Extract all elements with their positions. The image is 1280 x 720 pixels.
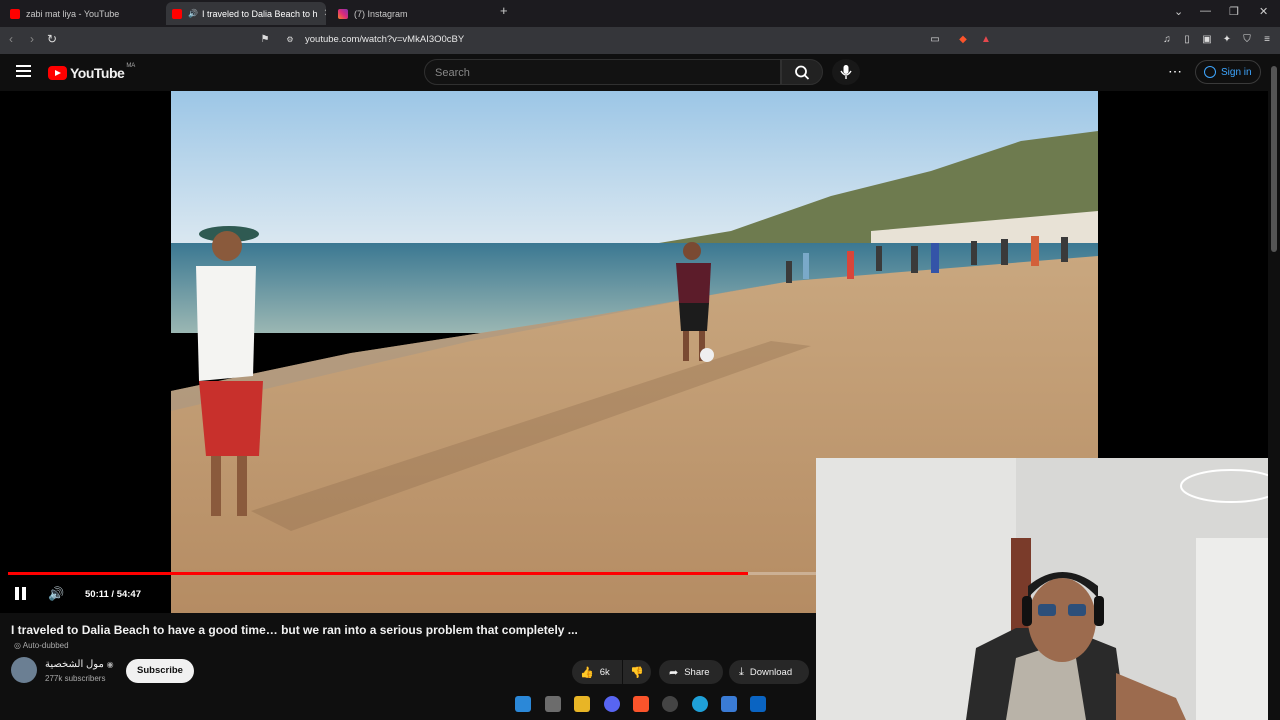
share-label: Share [684,666,710,678]
media-icon[interactable]: ♫ [1160,33,1174,47]
webcam-image [816,458,1280,720]
store-icon[interactable] [721,696,737,712]
youtube-play-logo-icon [48,66,67,80]
auto-dubbed-badge: ◎ Auto-dubbed [14,641,69,650]
dislike-button[interactable]: 👎 [623,660,651,684]
pause-button[interactable] [14,587,28,601]
logo-text: YouTube [70,65,125,81]
sign-in-button[interactable]: Sign in [1195,60,1261,84]
windows-start-icon[interactable] [515,696,531,712]
task-view-icon[interactable] [545,696,561,712]
channel-name-text: مول الشخصية [45,659,104,670]
wallet-icon[interactable]: ▣ [1200,33,1214,47]
pause-icon [15,587,19,600]
youtube-favicon-icon [10,8,20,19]
outlook-icon[interactable] [750,696,766,712]
video-title: I traveled to Dalia Beach to have a good… [11,623,578,637]
browser-tab-video[interactable]: 🔊 I traveled to Dalia Beach to h ✕ [166,2,326,25]
search-button[interactable] [781,59,823,85]
time-display: 50:11 / 54:47 [85,589,141,600]
cast-icon[interactable]: ▭ [928,33,942,47]
brave-shields-icon[interactable]: ◆ [956,33,970,47]
browser-tab-instagram[interactable]: (7) Instagram [332,2,492,25]
brave-browser-icon[interactable] [633,696,649,712]
translate-icon: ◎ [14,641,23,650]
tab-label: I traveled to Dalia Beach to h [201,8,318,19]
thumbs-up-icon: 👍 [580,666,594,679]
chatgpt-icon[interactable] [662,696,678,712]
like-button[interactable]: 👍 6k [572,660,622,684]
volume-icon[interactable]: 🔊 [48,586,64,602]
microphone-icon [840,65,852,79]
new-tab-button[interactable]: + [500,3,508,18]
account-icon [1204,66,1216,78]
download-label: Download [749,666,793,678]
thumbs-down-icon: 👎 [630,666,644,679]
browser-menu-icon[interactable]: ≡ [1260,33,1274,47]
browser-tab-youtube-home[interactable]: zabi mat liya - YouTube [4,2,164,25]
file-explorer-icon[interactable] [574,696,590,712]
channel-name[interactable]: مول الشخصية ◉ [45,659,114,670]
webcam-overlay [816,458,1280,720]
sign-in-label: Sign in [1221,66,1252,78]
share-button[interactable]: ➦ Share [659,660,723,684]
tab-label: zabi mat liya - YouTube [26,8,120,19]
instagram-favicon-icon [338,8,348,19]
voice-search-button[interactable] [832,59,860,85]
subscribe-button[interactable]: Subscribe [126,659,194,683]
like-count: 6k [599,666,610,678]
leo-ai-icon[interactable]: ✦ [1220,33,1234,47]
auto-dubbed-label: Auto-dubbed [22,641,69,650]
subscriber-count: 277k subscribers [45,674,106,683]
menu-icon[interactable] [16,65,31,77]
tab-search-icon[interactable]: ⌄ [1174,5,1183,18]
edge-icon[interactable] [692,696,708,712]
youtube-logo[interactable]: YouTube MA [48,63,136,81]
youtube-favicon-icon [172,8,182,19]
youtube-header: YouTube MA Search ⋯ Sign in [0,54,1280,91]
download-button[interactable]: ⤓ Download [729,660,809,684]
share-icon: ➦ [669,666,679,679]
download-icon: ⤓ [739,665,744,678]
tab-label: (7) Instagram [354,8,408,19]
progress-bar[interactable] [8,572,816,575]
maximize-button[interactable]: ❐ [1229,5,1239,18]
page-scrollbar[interactable] [1268,54,1280,720]
site-info-icon[interactable]: ⚙ [283,33,297,47]
minimize-button[interactable]: — [1200,5,1211,17]
search-icon [795,65,810,80]
sidebar-icon[interactable]: ▯ [1180,33,1194,47]
scrollbar-thumb[interactable] [1271,66,1277,252]
brave-rewards-icon[interactable]: ▲ [979,33,993,47]
forward-arrow-icon[interactable]: › [30,32,34,46]
pause-icon-bar [22,587,26,600]
search-placeholder: Search [435,67,470,79]
more-vert-icon[interactable]: ⋯ [1168,63,1182,80]
vpn-icon[interactable]: ⛉ [1240,33,1254,47]
browser-tab-strip: zabi mat liya - YouTube 🔊 I traveled to … [0,0,1280,27]
verified-icon: ◉ [106,660,114,669]
progress-fill [8,572,749,575]
close-window-button[interactable]: ✕ [1259,5,1268,18]
bookmark-icon[interactable]: ⚑ [258,33,272,47]
audio-playing-icon[interactable]: 🔊 [188,9,198,18]
browser-toolbar: ‹ › ↻ ⚑ ⚙ youtube.com/watch?v=vMkAI3O0cB… [0,27,1280,54]
search-input[interactable]: Search [424,59,781,85]
back-arrow-icon[interactable]: ‹ [9,32,13,46]
channel-avatar[interactable] [11,657,37,683]
close-tab-icon[interactable]: ✕ [324,8,326,19]
address-bar[interactable]: youtube.com/watch?v=vMkAI3O0cBY [305,34,464,45]
country-code: MA [126,63,136,69]
discord-icon[interactable] [604,696,620,712]
reload-icon[interactable]: ↻ [47,32,57,46]
